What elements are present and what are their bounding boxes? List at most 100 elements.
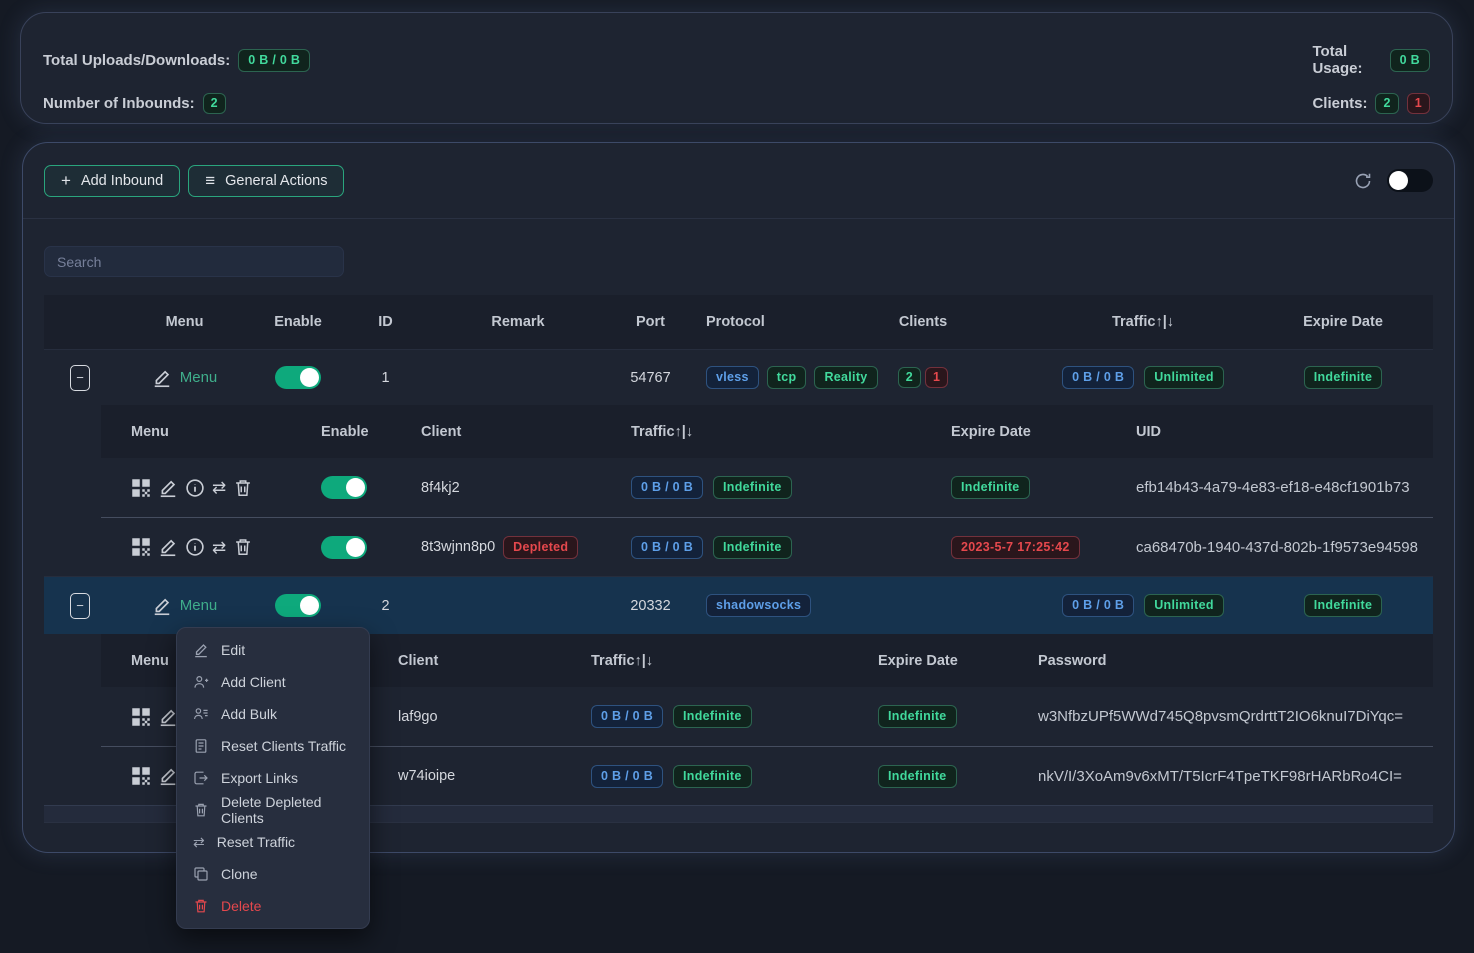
collapse-row-button[interactable]: − bbox=[70, 593, 90, 619]
inbound-id: 1 bbox=[343, 350, 428, 405]
toggle-knob bbox=[300, 368, 319, 387]
protocol-tag: shadowsocks bbox=[706, 594, 811, 617]
pencil-icon bbox=[152, 596, 172, 616]
trash-icon[interactable] bbox=[233, 537, 253, 557]
expire-badge: Indefinite bbox=[1304, 594, 1383, 617]
traffic-limit-badge: Indefinite bbox=[713, 476, 792, 499]
hamburger-icon: ≡ bbox=[205, 172, 215, 189]
menu-item-reset-clients-traffic[interactable]: Reset Clients Traffic bbox=[177, 730, 369, 762]
clients-depleted-badge: 1 bbox=[925, 367, 948, 388]
client-enable-toggle[interactable] bbox=[321, 536, 367, 559]
trash-icon bbox=[193, 802, 209, 818]
toggle-knob bbox=[346, 478, 365, 497]
add-inbound-button[interactable]: + Add Inbound bbox=[44, 165, 180, 197]
menu-item-delete[interactable]: Delete bbox=[177, 890, 369, 922]
expire-badge: Indefinite bbox=[1304, 366, 1383, 389]
inbound-menu-trigger[interactable]: Menu bbox=[152, 368, 218, 388]
refresh-icon[interactable] bbox=[1353, 171, 1373, 191]
expire-badge: Indefinite bbox=[878, 705, 957, 728]
sub-header-traffic-sort[interactable]: Traffic↑|↓ bbox=[561, 634, 851, 687]
menu-item-delete-depleted-clients[interactable]: Delete Depleted Clients bbox=[177, 794, 369, 826]
enable-toggle[interactable] bbox=[275, 594, 321, 617]
protocol-tag: vless bbox=[706, 366, 759, 389]
menu-item-reset-traffic[interactable]: ⇄ Reset Traffic bbox=[177, 826, 369, 858]
client-row: ⇄ 8f4kj2 0 B / 0 B Indefinite Indefinite… bbox=[101, 458, 1433, 517]
menu-item-export-links[interactable]: Export Links bbox=[177, 762, 369, 794]
enable-toggle[interactable] bbox=[275, 366, 321, 389]
traffic-cell: 0 B / 0 B Unlimited bbox=[1033, 577, 1253, 634]
client-table-vless: Menu Enable Client Traffic↑|↓ Expire Dat… bbox=[101, 405, 1433, 576]
pencil-icon bbox=[152, 368, 172, 388]
minus-icon: − bbox=[76, 371, 84, 384]
sub-header-client: Client bbox=[381, 634, 561, 687]
collapse-row-button[interactable]: − bbox=[70, 365, 90, 391]
sub-header-client: Client bbox=[406, 405, 566, 458]
inbound-port: 54767 bbox=[608, 350, 693, 405]
expire-badge: Indefinite bbox=[878, 765, 957, 788]
reset-traffic-icon[interactable]: ⇄ bbox=[212, 479, 226, 496]
qr-code-icon[interactable] bbox=[131, 766, 151, 786]
inbound-row-1: − Menu 1 54767 vless tcp Reality 2 1 0 bbox=[44, 349, 1433, 405]
pencil-icon[interactable] bbox=[158, 766, 178, 786]
protocol-tags: vless tcp Reality bbox=[693, 350, 813, 405]
general-actions-button[interactable]: ≡ General Actions bbox=[188, 165, 344, 197]
client-uid: ca68470b-1940-437d-802b-1f9573e94598 bbox=[1116, 518, 1433, 576]
toggle-knob bbox=[346, 538, 365, 557]
header-enable: Enable bbox=[253, 295, 343, 349]
qr-code-icon[interactable] bbox=[131, 478, 151, 498]
client-enable-toggle[interactable] bbox=[321, 476, 367, 499]
traffic-badge: 0 B / 0 B bbox=[631, 476, 703, 499]
total-uploads-downloads: Total Uploads/Downloads: 0 B / 0 B bbox=[43, 43, 619, 77]
expire-badge: 2023-5-7 17:25:42 bbox=[951, 536, 1080, 559]
plus-icon: + bbox=[61, 172, 71, 189]
clients-label: Clients: bbox=[1312, 95, 1367, 112]
trash-icon bbox=[193, 898, 209, 914]
search-input[interactable] bbox=[44, 246, 344, 277]
header-remark: Remark bbox=[428, 295, 608, 349]
expire-badge: Indefinite bbox=[951, 476, 1030, 499]
pencil-icon[interactable] bbox=[158, 537, 178, 557]
client-password: w3NfbzUPf5WWd745Q8pvsmQrdrttT2IO6knuI7Di… bbox=[1016, 687, 1433, 746]
client-name: 8f4kj2 bbox=[406, 458, 566, 517]
export-icon bbox=[193, 770, 209, 786]
qr-code-icon[interactable] bbox=[131, 707, 151, 727]
trash-icon[interactable] bbox=[233, 478, 253, 498]
traffic-limit-badge: Indefinite bbox=[673, 765, 752, 788]
sub-header-uid: UID bbox=[1116, 405, 1433, 458]
inbound-remark bbox=[428, 577, 608, 634]
number-of-inbounds: Number of Inbounds: 2 bbox=[43, 93, 619, 114]
inbound-row-2: − Menu 2 20332 shadowsocks 0 B / 0 B Unl… bbox=[44, 576, 1433, 634]
toolbar: + Add Inbound ≡ General Actions bbox=[23, 143, 1454, 219]
sub-header-menu: Menu bbox=[101, 405, 311, 458]
inbound-menu-trigger[interactable]: Menu bbox=[152, 596, 218, 616]
reset-traffic-icon[interactable]: ⇄ bbox=[212, 539, 226, 556]
menu-item-edit[interactable]: Edit bbox=[177, 634, 369, 666]
dark-mode-toggle[interactable] bbox=[1387, 169, 1433, 192]
qr-code-icon[interactable] bbox=[131, 537, 151, 557]
info-icon[interactable] bbox=[185, 537, 205, 557]
pencil-icon[interactable] bbox=[158, 478, 178, 498]
traffic-cell: 0 B / 0 B Unlimited bbox=[1033, 350, 1253, 405]
protocol-transport-tag: tcp bbox=[767, 366, 807, 389]
client-uid: efb14b43-4a79-4e83-ef18-e48cf1901b73 bbox=[1116, 458, 1433, 517]
header-id: ID bbox=[343, 295, 428, 349]
total-uploads-downloads-label: Total Uploads/Downloads: bbox=[43, 52, 230, 69]
menu-item-clone[interactable]: Clone bbox=[177, 858, 369, 890]
traffic-badge: 0 B / 0 B bbox=[591, 765, 663, 788]
info-icon[interactable] bbox=[185, 478, 205, 498]
client-password: nkV/I/3XoAm9v6xMT/T5IcrF4TpeTKF98rHARbRo… bbox=[1016, 747, 1433, 805]
pencil-icon[interactable] bbox=[158, 707, 178, 727]
traffic-limit-badge: Unlimited bbox=[1144, 594, 1224, 617]
sub-header-traffic-sort[interactable]: Traffic↑|↓ bbox=[566, 405, 876, 458]
total-uploads-downloads-value: 0 B / 0 B bbox=[238, 49, 310, 72]
header-traffic-sort[interactable]: Traffic↑|↓ bbox=[1033, 295, 1253, 349]
menu-item-add-bulk[interactable]: Add Bulk bbox=[177, 698, 369, 730]
pencil-icon bbox=[193, 642, 209, 658]
protocol-tags: shadowsocks bbox=[693, 577, 813, 634]
traffic-limit-badge: Unlimited bbox=[1144, 366, 1224, 389]
menu-item-add-client[interactable]: Add Client bbox=[177, 666, 369, 698]
client-name: laf9go bbox=[381, 687, 561, 746]
total-usage-value: 0 B bbox=[1390, 49, 1430, 72]
clients-active-count: 2 bbox=[1375, 93, 1398, 114]
traffic-badge: 0 B / 0 B bbox=[631, 536, 703, 559]
